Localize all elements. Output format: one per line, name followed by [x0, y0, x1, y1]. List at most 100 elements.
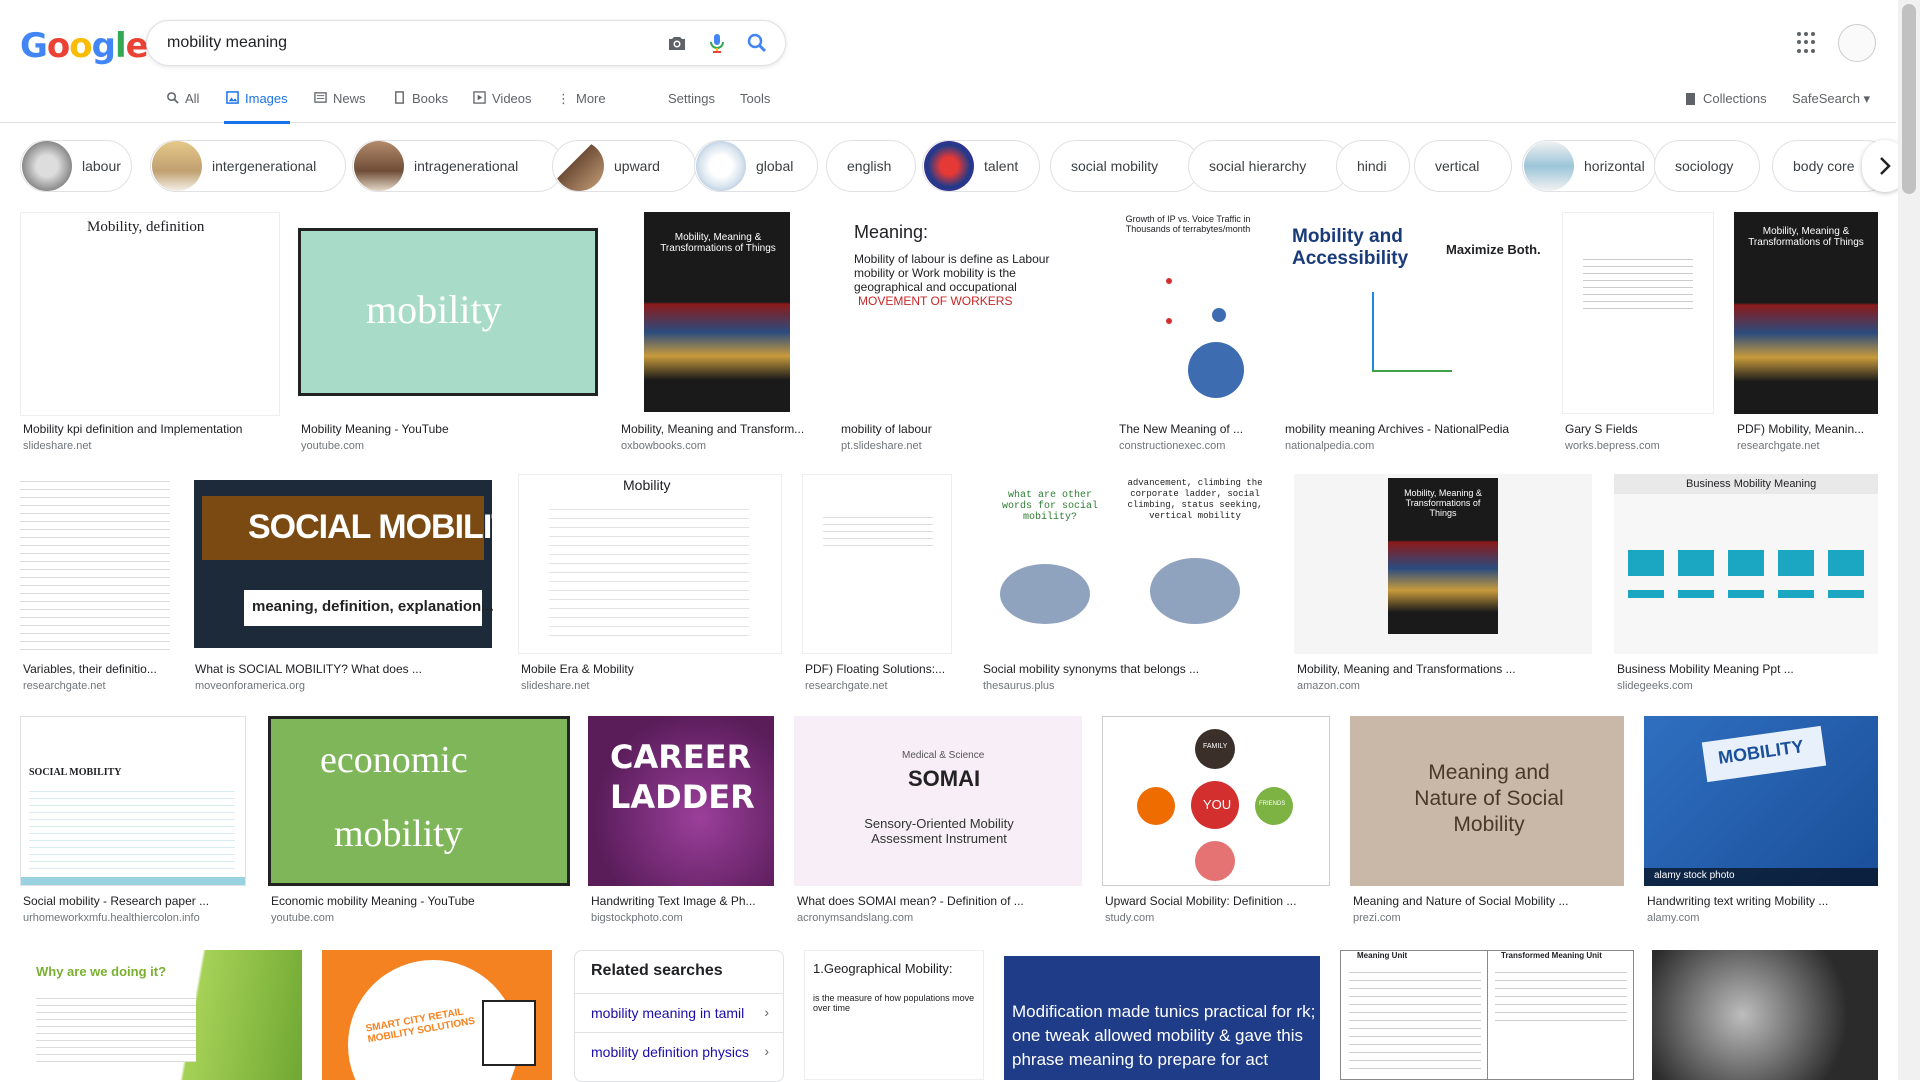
chip[interactable]: social mobility: [1050, 140, 1200, 192]
result-title: PDF) Floating Solutions:...: [805, 662, 946, 676]
search-icon[interactable]: [745, 31, 769, 55]
image-result[interactable]: Meaning and Nature of Social Mobility Me…: [1350, 716, 1624, 934]
result-title: The New Meaning of ...: [1119, 422, 1244, 436]
chip[interactable]: hindi: [1336, 140, 1410, 192]
chip[interactable]: horizontal: [1522, 140, 1656, 192]
image-result[interactable]: Mobility, Meaning & Transformations of T…: [1734, 212, 1878, 452]
result-title: Mobility Meaning - YouTube: [301, 422, 449, 436]
result-thumbnail: Mobility, Meaning & Transformations of T…: [1294, 474, 1592, 654]
image-result[interactable]: [1652, 950, 1878, 1080]
result-title: mobility meaning Archives - NationalPedi…: [1285, 422, 1510, 436]
chip[interactable]: intragenerational: [352, 140, 564, 192]
google-logo[interactable]: Google: [20, 26, 149, 66]
tab-more[interactable]: ⋮ More: [557, 91, 606, 121]
related-search-label: mobility meaning in tamil: [591, 1005, 745, 1021]
result-thumbnail: Mobility, Meaning & Transformations of T…: [618, 212, 818, 414]
chip[interactable]: vertical: [1414, 140, 1512, 192]
image-result[interactable]: SOCIAL MOBILITY meaning, definition, exp…: [192, 474, 494, 698]
image-result[interactable]: SOCIAL MOBILITY Social mobility - Resear…: [20, 716, 246, 934]
image-result[interactable]: economic mobility Economic mobility Mean…: [268, 716, 570, 934]
image-result[interactable]: Mobility Mobile Era & Mobility slideshar…: [518, 474, 782, 698]
image-result[interactable]: Modification made tunics practical for r…: [1004, 956, 1320, 1080]
collections-label: Collections: [1703, 91, 1767, 106]
tab-tools[interactable]: Tools: [740, 91, 770, 121]
microphone-icon[interactable]: [705, 31, 729, 55]
image-result[interactable]: FAMILY YOU FRIENDS Upward Social Mobilit…: [1102, 716, 1330, 934]
related-search-link[interactable]: mobility definition physics ›: [575, 1032, 783, 1071]
result-thumbnail: 1.Geographical Mobility: is the measure …: [804, 950, 984, 1080]
bookmark-icon: [1686, 93, 1695, 105]
image-result[interactable]: MOBILITY alamy stock photo Handwriting t…: [1644, 716, 1878, 934]
result-thumbnail: Meaning: Mobility of labour is define as…: [838, 212, 1096, 414]
image-result[interactable]: Mobility, Meaning & Transformations of T…: [1294, 474, 1592, 698]
chip[interactable]: sociology: [1654, 140, 1760, 192]
safesearch-dropdown[interactable]: SafeSearch ▾: [1792, 91, 1870, 107]
thumbnail-text: CAREER: [610, 738, 752, 776]
page-scrollbar[interactable]: [1898, 0, 1920, 1080]
result-source: slideshare.net: [23, 440, 92, 452]
chip[interactable]: global: [694, 140, 818, 192]
thumbnail-text: Maximize Both.: [1446, 242, 1540, 257]
safesearch-label: SafeSearch: [1792, 91, 1860, 106]
avatar[interactable]: [1838, 24, 1876, 62]
chip[interactable]: social hierarchy: [1188, 140, 1350, 192]
camera-icon[interactable]: [665, 31, 689, 55]
result-title: Mobility, Meaning and Transform...: [621, 422, 805, 436]
result-thumbnail: Mobility, Meaning & Transformations of T…: [1734, 212, 1878, 414]
image-result[interactable]: Gary S Fields works.bepress.com: [1562, 212, 1714, 452]
chip-thumbnail: [924, 141, 974, 191]
image-result[interactable]: Meaning: Mobility of labour is define as…: [838, 212, 1096, 452]
chip[interactable]: labour: [20, 140, 132, 192]
chip[interactable]: intergenerational: [150, 140, 346, 192]
image-result[interactable]: mobility Mobility Meaning - YouTube yout…: [298, 212, 600, 452]
result-thumbnail: Meaning Unit Transformed Meaning Unit: [1340, 950, 1634, 1080]
image-result[interactable]: Medical & Science SOMAI Sensory-Oriented…: [794, 716, 1082, 934]
image-result[interactable]: Business Mobility Meaning Business Mobil…: [1614, 474, 1878, 698]
result-source: constructionexec.com: [1119, 440, 1226, 452]
search-icon: [167, 92, 179, 104]
collections-link[interactable]: Collections: [1686, 91, 1767, 106]
scrollbar-thumb[interactable]: [1902, 4, 1916, 194]
search-input[interactable]: mobility meaning: [167, 34, 287, 52]
tab-all[interactable]: All: [166, 91, 199, 121]
chip-thumbnail: [554, 141, 604, 191]
logo-letter: G: [20, 26, 48, 66]
result-thumbnail: CAREER LADDER: [588, 716, 774, 886]
result-title: Social mobility - Research paper ...: [23, 894, 210, 908]
tab-news[interactable]: News: [314, 91, 366, 121]
image-result[interactable]: PDF) Floating Solutions:... researchgate…: [802, 474, 952, 698]
thumbnail-text: Medical & Science: [902, 750, 985, 761]
image-result[interactable]: Meaning Unit Transformed Meaning Unit: [1340, 950, 1634, 1080]
image-result[interactable]: Variables, their definitio... researchga…: [20, 474, 170, 698]
apps-grid-icon[interactable]: [1797, 32, 1819, 54]
image-result[interactable]: 1.Geographical Mobility: is the measure …: [804, 950, 984, 1080]
tab-videos[interactable]: Videos: [473, 91, 532, 121]
chevron-right-icon: ›: [764, 1004, 769, 1020]
image-result[interactable]: Mobility, definition Mobility kpi defini…: [20, 212, 280, 452]
image-result[interactable]: Mobility, Meaning & Transformations of T…: [618, 212, 818, 452]
image-result[interactable]: what are other words for social mobility…: [980, 474, 1272, 698]
result-source: bigstockphoto.com: [591, 912, 683, 924]
search-box[interactable]: mobility meaning: [146, 20, 786, 66]
result-title: Gary S Fields: [1565, 422, 1638, 436]
related-search-link[interactable]: mobility meaning in tamil ›: [575, 993, 783, 1032]
image-result[interactable]: Growth of IP vs. Voice Traffic in Thousa…: [1116, 212, 1260, 452]
tab-settings[interactable]: Settings: [668, 91, 715, 121]
thumbnail-text: meaning, definition, explanation...: [252, 598, 494, 615]
tab-images[interactable]: Images: [224, 91, 290, 124]
chip[interactable]: talent: [922, 140, 1040, 192]
thumbnail-text: Mobility, Meaning & Transformations of T…: [1404, 488, 1482, 518]
chip[interactable]: upward: [552, 140, 696, 192]
result-thumbnail: [20, 474, 170, 654]
image-result[interactable]: Why are we doing it?: [20, 950, 302, 1080]
image-result[interactable]: SMART CITY RETAIL MOBILITY SOLUTIONS: [322, 950, 552, 1080]
tab-label: Tools: [740, 91, 771, 106]
chip-label: horizontal: [1584, 158, 1645, 174]
result-source: nationalpedia.com: [1285, 440, 1375, 452]
thumbnail-text: economic: [320, 739, 468, 781]
chip[interactable]: english: [826, 140, 916, 192]
image-result[interactable]: CAREER LADDER Handwriting Text Image & P…: [588, 716, 774, 934]
image-result[interactable]: Mobility and Accessibility Maximize Both…: [1282, 212, 1540, 452]
thumbnail-text: is the measure of how populations move o…: [813, 993, 975, 1013]
tab-books[interactable]: Books: [393, 91, 448, 121]
